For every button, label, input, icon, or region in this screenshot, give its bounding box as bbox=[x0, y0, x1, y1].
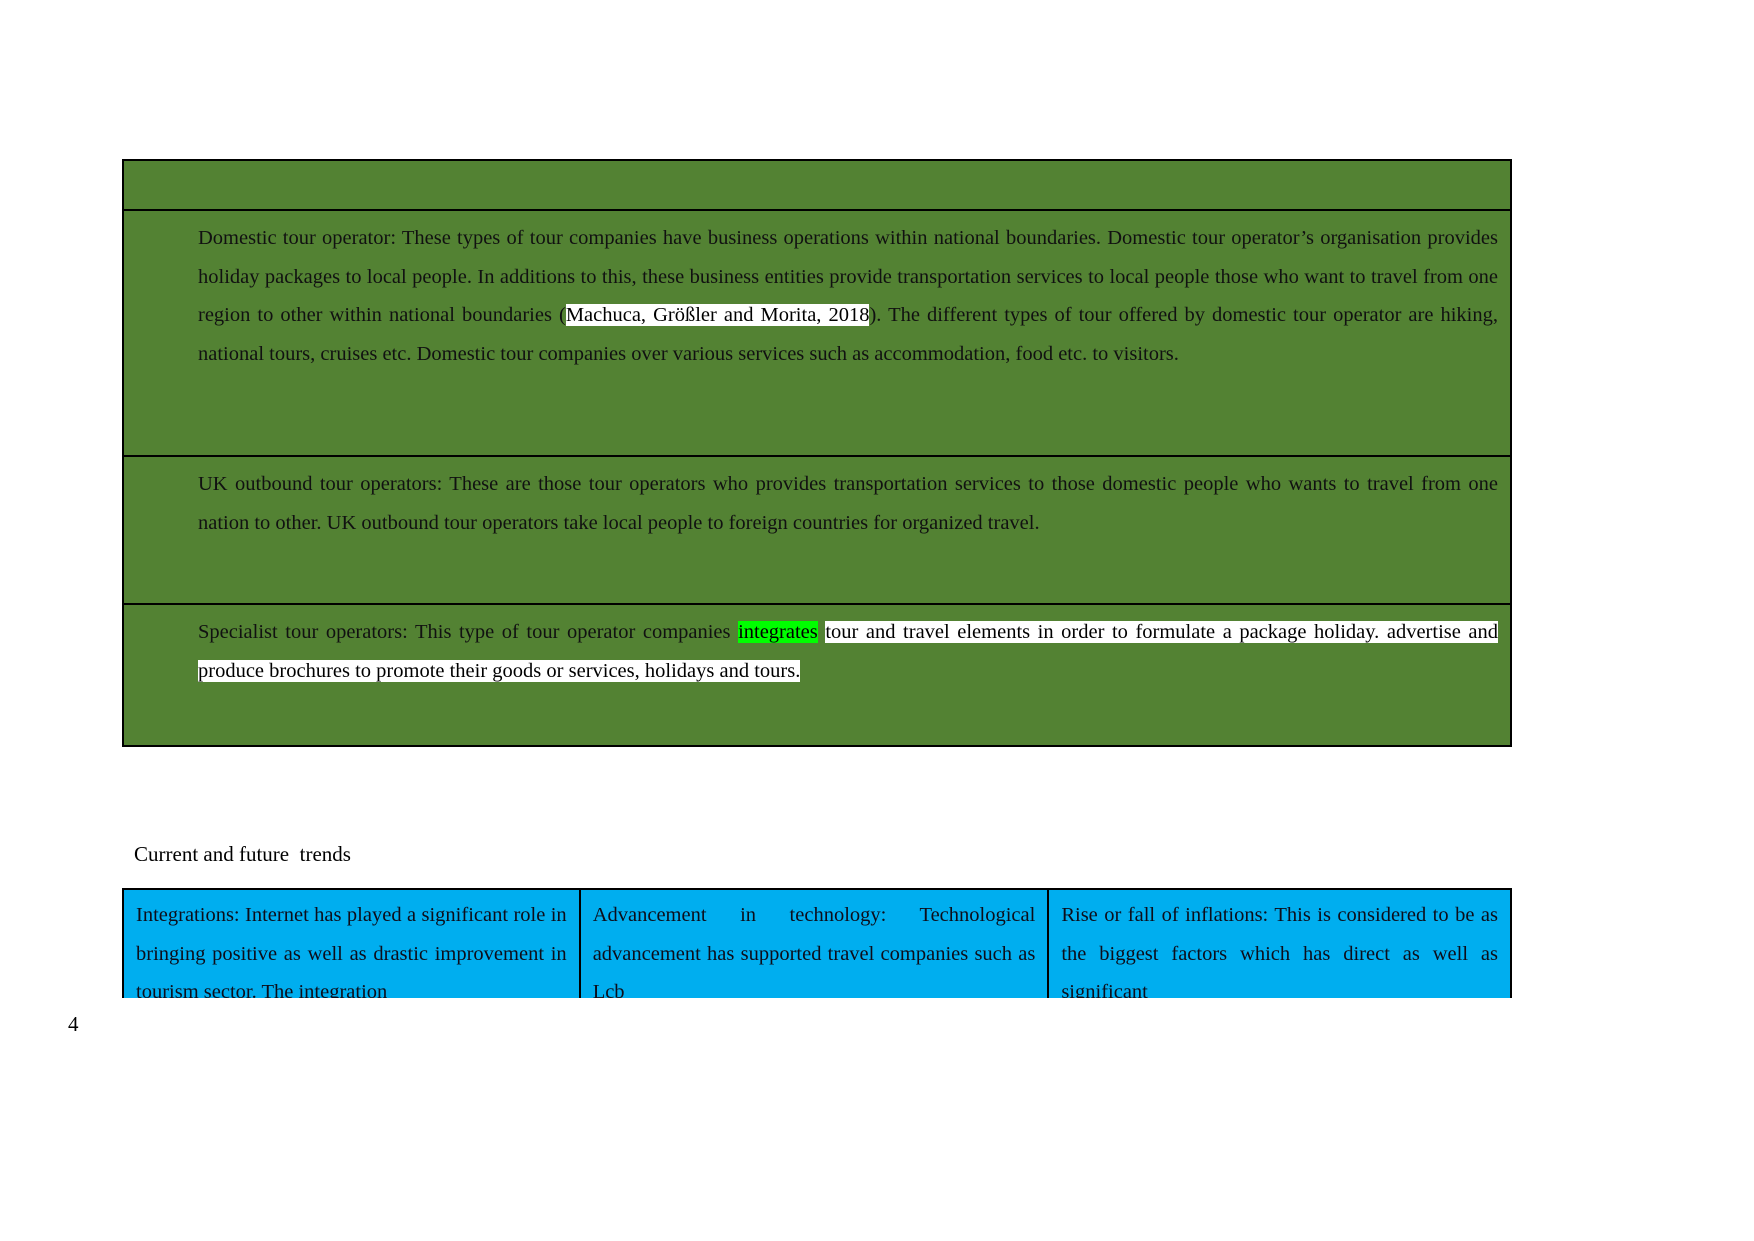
citation-highlight: Machuca, Größler and Morita, 2018 bbox=[565, 304, 870, 326]
trends-column-integrations: Integrations: Internet has played a sign… bbox=[124, 890, 581, 998]
trends-text: Rise or fall of inflations: This is cons… bbox=[1061, 904, 1498, 998]
page-title: Current and future trends bbox=[134, 842, 351, 866]
uk-outbound-tour-operators-cell: UK outbound tour operators: These are th… bbox=[124, 457, 1510, 542]
table-header-row bbox=[124, 161, 1510, 211]
trends-column-rise-or-fall-of-inflations: Rise or fall of inflations: This is cons… bbox=[1049, 890, 1510, 998]
text-run: Specialist tour operators: This type of … bbox=[198, 621, 739, 643]
table-row: Specialist tour operators: This type of … bbox=[124, 605, 1510, 745]
current-future-trends-table: Integrations: Internet has played a sign… bbox=[122, 888, 1512, 998]
table-row: Domestic tour operator: These types of t… bbox=[124, 211, 1510, 457]
trends-text: Advancement in technology: Technological… bbox=[592, 904, 1036, 998]
trends-column-advancement-in-technology: Advancement in technology: Technological… bbox=[580, 890, 1050, 998]
document-page: Domestic tour operator: These types of t… bbox=[0, 0, 1754, 1241]
text-run: UK outbound tour operators: These are th… bbox=[198, 473, 1498, 534]
page-number: 4 bbox=[68, 1012, 79, 1036]
specialist-tour-operators-cell: Specialist tour operators: This type of … bbox=[124, 605, 1510, 690]
trends-text: Integrations: Internet has played a sign… bbox=[136, 904, 567, 998]
tour-operator-types-table: Domestic tour operator: These types of t… bbox=[122, 159, 1512, 747]
table-header-cell bbox=[124, 161, 1510, 169]
integrates-highlight: integrates bbox=[738, 621, 818, 643]
table-row: UK outbound tour operators: These are th… bbox=[124, 457, 1510, 605]
domestic-tour-operator-cell: Domestic tour operator: These types of t… bbox=[124, 211, 1510, 373]
